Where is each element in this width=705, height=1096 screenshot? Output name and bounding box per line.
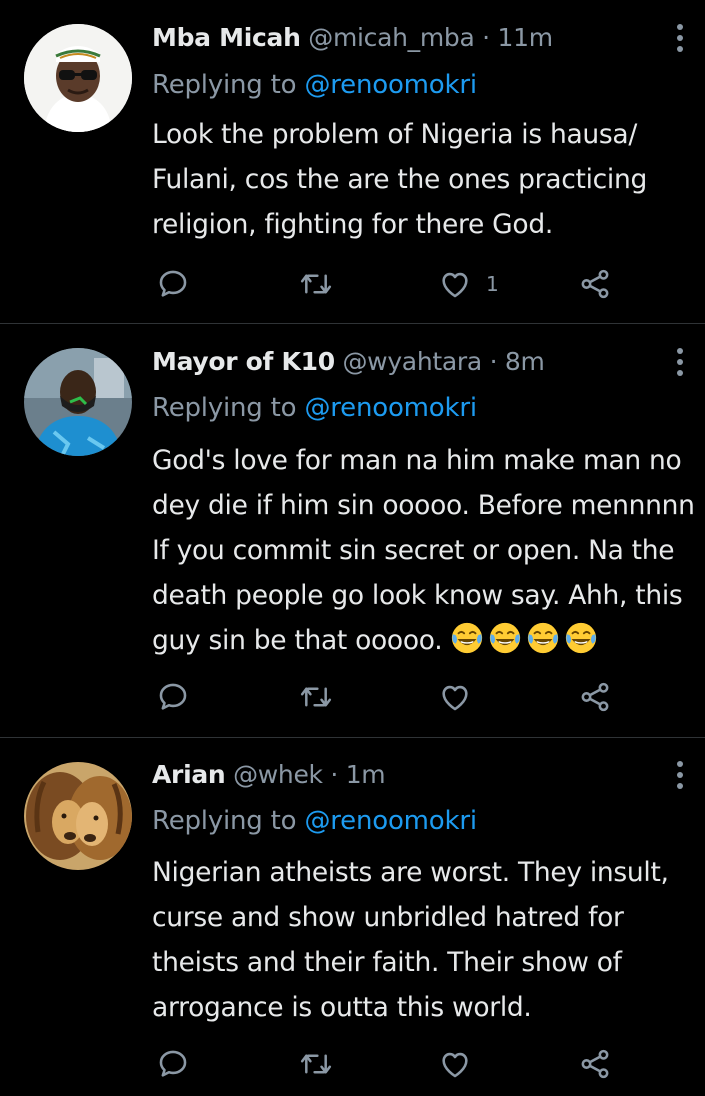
reply-icon (156, 680, 190, 714)
timestamp[interactable]: 1m (346, 760, 386, 789)
heart-icon (438, 680, 472, 714)
tears-of-joy-emoji-icon (566, 622, 597, 654)
tears-of-joy-emoji-icon (490, 622, 521, 654)
tweet-text: Nigerian atheists are worst. They insult… (152, 857, 669, 1023)
more-vertical-icon[interactable] (670, 20, 690, 56)
like-button[interactable] (438, 1044, 486, 1084)
share-button[interactable] (578, 1044, 612, 1084)
retweet-button[interactable] (298, 1044, 334, 1084)
tweet-header: Arian @whek · 1m (152, 755, 386, 795)
replying-to: Replying to @renoomokri (152, 801, 477, 841)
tweet-actions: 1 (152, 264, 622, 304)
retweet-button[interactable] (298, 264, 334, 304)
share-icon (578, 1047, 612, 1081)
tears-of-joy-emoji-icon (528, 622, 559, 654)
tweet[interactable]: Mba Micah @micah_mba · 11m Replying to @… (0, 0, 705, 323)
reply-icon (156, 267, 190, 301)
mention-link[interactable]: @renoomokri (304, 393, 477, 423)
share-icon (578, 267, 612, 301)
tweet-header: Mba Micah @micah_mba · 11m (152, 18, 553, 58)
reply-button[interactable] (156, 677, 190, 717)
tweet-text: God's love for man na him make man no de… (152, 438, 700, 663)
reply-button[interactable] (156, 1044, 190, 1084)
user-handle[interactable]: @whek (233, 760, 323, 789)
separator-dot: · (489, 347, 498, 376)
mention-link[interactable]: @renoomokri (304, 70, 477, 100)
emoji-group (450, 622, 602, 656)
like-button[interactable] (438, 677, 486, 717)
share-button[interactable] (578, 677, 612, 717)
avatar[interactable] (24, 762, 132, 870)
user-handle[interactable]: @micah_mba (308, 23, 475, 52)
replying-to: Replying to @renoomokri (152, 388, 477, 428)
tweet-header: Mayor of K10 @wyahtara · 8m (152, 342, 545, 382)
retweet-icon (298, 680, 334, 714)
separator-dot: · (482, 23, 490, 52)
tweet-actions (152, 677, 622, 717)
heart-icon (438, 1047, 472, 1081)
timestamp[interactable]: 11m (497, 23, 553, 52)
user-handle[interactable]: @wyahtara (342, 347, 482, 376)
more-vertical-icon[interactable] (670, 757, 690, 793)
tears-of-joy-emoji-icon (452, 622, 483, 654)
mention-link[interactable]: @renoomokri (304, 806, 477, 836)
separator-dot: · (330, 760, 339, 789)
display-name[interactable]: Mayor of K10 (152, 347, 335, 376)
reply-button[interactable] (156, 264, 190, 304)
replying-prefix: Replying to (152, 70, 305, 100)
avatar[interactable] (24, 24, 132, 132)
more-vertical-icon[interactable] (670, 344, 690, 380)
avatar[interactable] (24, 348, 132, 456)
tweet-actions (152, 1044, 622, 1084)
retweet-icon (298, 267, 334, 301)
timestamp[interactable]: 8m (505, 347, 545, 376)
tweet-text: Look the problem of Nigeria is hausa/ Fu… (152, 119, 647, 240)
retweet-button[interactable] (298, 677, 334, 717)
tweet-text-content: God's love for man na him make man no de… (152, 445, 695, 656)
tweet[interactable]: Mayor of K10 @wyahtara · 8m Replying to … (0, 324, 705, 736)
share-button[interactable] (578, 264, 612, 304)
like-count: 1 (486, 272, 499, 296)
heart-icon (438, 267, 472, 301)
share-icon (578, 680, 612, 714)
tweet[interactable]: Arian @whek · 1m Replying to @renoomokri… (0, 738, 705, 1096)
replying-prefix: Replying to (152, 393, 305, 423)
like-button[interactable]: 1 (438, 264, 499, 304)
reply-icon (156, 1047, 190, 1081)
display-name[interactable]: Mba Micah (152, 23, 301, 52)
replying-to: Replying to @renoomokri (152, 65, 477, 105)
retweet-icon (298, 1047, 334, 1081)
replying-prefix: Replying to (152, 806, 305, 836)
display-name[interactable]: Arian (152, 760, 226, 789)
